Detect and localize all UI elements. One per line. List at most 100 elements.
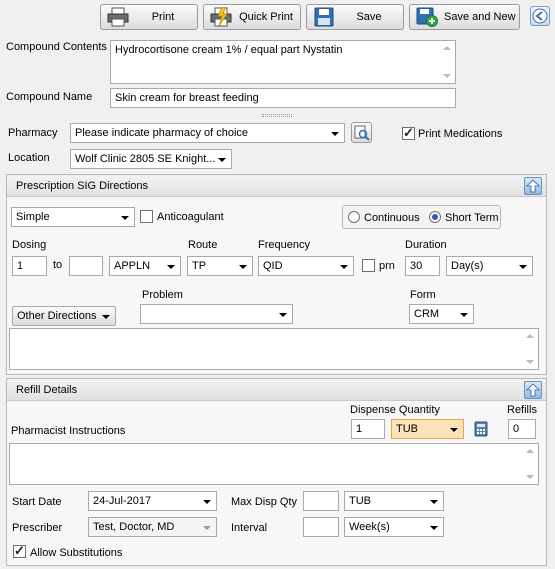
back-button[interactable] xyxy=(530,6,550,26)
max-disp-unit-select[interactable]: TUB xyxy=(344,491,444,511)
start-date-select[interactable]: 24-Jul-2017 xyxy=(88,491,217,511)
problem-label: Problem xyxy=(142,289,183,301)
print-medications-checkbox[interactable] xyxy=(402,125,415,141)
compound-name-value: Skin cream for breast feeding xyxy=(115,92,259,104)
location-select[interactable]: Wolf Clinic 2805 SE Knight... xyxy=(70,149,232,169)
prescriber-label: Prescriber xyxy=(12,522,63,534)
dispense-quantity-value: 1 xyxy=(356,423,363,435)
prescriber-select[interactable]: Test, Doctor, MD xyxy=(88,517,217,537)
compound-contents-field[interactable]: Hydrocortisone cream 1% / equal part Nys… xyxy=(110,40,456,84)
dispense-unit-select[interactable]: TUB xyxy=(391,419,464,439)
dose-to-label: to xyxy=(53,259,63,271)
dose-unit-value: APPLN xyxy=(114,260,151,272)
frequency-select[interactable]: QID xyxy=(258,256,354,276)
compound-contents-scrollbar[interactable] xyxy=(440,42,454,82)
sig-collapse-button[interactable] xyxy=(524,177,542,195)
compound-contents-label: Compound Contents xyxy=(6,41,107,53)
refill-details-header: Refill Details xyxy=(7,379,546,401)
directions-textarea[interactable] xyxy=(9,328,539,370)
problem-select[interactable] xyxy=(140,304,293,324)
continuous-radio[interactable] xyxy=(348,211,360,223)
duration-input[interactable]: 30 xyxy=(405,256,440,276)
form-value: CRM xyxy=(414,308,440,320)
duration-label: Duration xyxy=(405,239,447,251)
calculator-icon xyxy=(474,421,488,437)
pharmacy-value: Please indicate pharmacy of choice xyxy=(75,127,249,139)
duration-unit-select[interactable]: Day(s) xyxy=(446,256,533,276)
quick-printer-icon xyxy=(210,7,232,27)
compound-name-label: Compound Name xyxy=(6,91,93,103)
directions-scrollbar[interactable] xyxy=(523,330,537,368)
sig-directions-header: Prescription SIG Directions xyxy=(7,175,546,197)
max-disp-qty-input[interactable] xyxy=(303,491,339,511)
prn-label: prn xyxy=(379,260,395,272)
anticoagulant-checkbox[interactable] xyxy=(140,210,153,223)
refill-details-title: Refill Details xyxy=(16,384,78,396)
route-label: Route xyxy=(188,239,218,251)
arrow-up-icon xyxy=(526,179,540,193)
save-and-new-label: Save and New xyxy=(444,11,516,23)
pharmacy-search-button[interactable] xyxy=(351,122,372,143)
other-directions-select[interactable]: Other Directions xyxy=(12,306,116,326)
start-date-value: 24-Jul-2017 xyxy=(93,495,152,507)
compound-contents-value: Hydrocortisone cream 1% / equal part Nys… xyxy=(115,44,343,56)
interval-unit-value: Week(s) xyxy=(349,521,390,533)
refills-value: 0 xyxy=(513,423,520,435)
prescriber-value: Test, Doctor, MD xyxy=(93,521,175,533)
splitter-grip[interactable] xyxy=(262,114,292,117)
dispense-quantity-label: Dispense Quantity xyxy=(350,404,440,416)
print-medications-label: Print Medications xyxy=(418,128,503,140)
refills-label: Refills xyxy=(507,404,537,416)
quick-print-button[interactable]: Quick Print xyxy=(203,4,301,30)
pharmacist-instructions-label: Pharmacist Instructions xyxy=(11,425,126,437)
print-button[interactable]: Print xyxy=(100,4,198,30)
prn-checkbox[interactable] xyxy=(362,259,375,272)
interval-label: Interval xyxy=(231,522,268,534)
form-select[interactable]: CRM xyxy=(409,304,474,324)
dispense-unit-value: TUB xyxy=(396,423,418,435)
pharmacist-instructions-textarea[interactable] xyxy=(9,443,539,485)
dosing-label: Dosing xyxy=(12,239,47,251)
printer-icon xyxy=(107,7,129,27)
location-value: Wolf Clinic 2805 SE Knight... xyxy=(75,153,216,165)
duration-unit-value: Day(s) xyxy=(451,260,484,272)
floppy-disk-icon xyxy=(314,7,334,27)
refill-collapse-button[interactable] xyxy=(524,381,542,399)
calculator-button[interactable] xyxy=(473,421,489,437)
allow-substitutions-label: Allow Substitutions xyxy=(30,547,123,559)
continuous-label: Continuous xyxy=(364,212,420,224)
compound-name-field[interactable]: Skin cream for breast feeding xyxy=(110,88,456,108)
location-label: Location xyxy=(8,152,50,164)
allow-substitutions-checkbox[interactable] xyxy=(13,543,26,559)
form-label: Form xyxy=(410,289,436,301)
print-label: Print xyxy=(151,11,175,23)
short-term-label: Short Term xyxy=(445,212,499,224)
interval-input[interactable] xyxy=(303,517,339,537)
short-term-radio[interactable] xyxy=(429,211,441,223)
route-value: TP xyxy=(192,260,207,272)
save-and-new-button[interactable]: Save and New xyxy=(409,4,520,30)
dose-from-input[interactable]: 1 xyxy=(12,256,47,276)
frequency-label: Frequency xyxy=(258,239,310,251)
interval-unit-select[interactable]: Week(s) xyxy=(344,517,444,537)
dose-to-input[interactable] xyxy=(69,256,103,276)
duration-value: 30 xyxy=(410,260,423,272)
back-arrow-icon xyxy=(532,8,548,24)
dose-from-value: 1 xyxy=(17,260,24,272)
refills-input[interactable]: 0 xyxy=(508,419,536,439)
save-button[interactable]: Save xyxy=(306,4,404,30)
pharmacy-search-icon xyxy=(354,125,370,141)
pharmacy-label: Pharmacy xyxy=(8,127,58,139)
dispense-quantity-input[interactable]: 1 xyxy=(351,419,385,439)
arrow-up-icon xyxy=(526,383,540,397)
anticoagulant-label: Anticoagulant xyxy=(157,211,224,223)
route-select[interactable]: TP xyxy=(187,256,253,276)
instructions-scrollbar[interactable] xyxy=(523,445,537,483)
pharmacy-select[interactable]: Please indicate pharmacy of choice xyxy=(70,123,345,143)
start-date-label: Start Date xyxy=(12,496,62,508)
sig-mode-select[interactable]: Simple xyxy=(11,207,135,227)
dose-unit-select[interactable]: APPLN xyxy=(109,256,181,276)
save-new-icon xyxy=(416,7,438,27)
other-directions-label: Other Directions xyxy=(17,310,97,322)
max-disp-unit-value: TUB xyxy=(349,495,371,507)
